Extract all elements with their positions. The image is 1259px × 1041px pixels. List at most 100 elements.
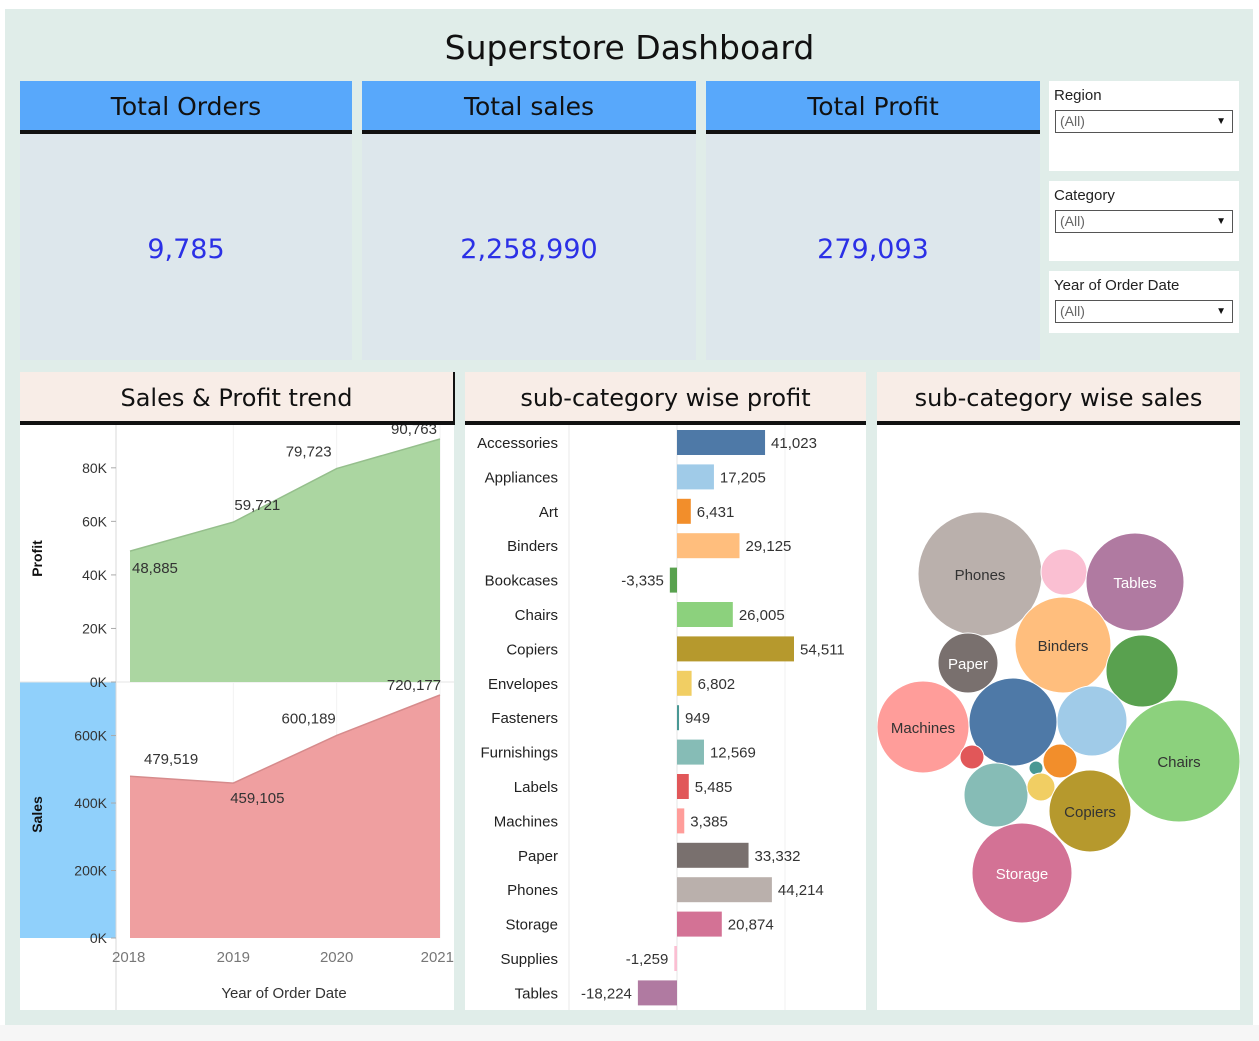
profit-bar [677,636,794,662]
kpi-header-total-profit: Total Profit [706,81,1040,134]
category-dropdown[interactable]: (All) ▼ [1055,210,1233,233]
data-label: 79,723 [286,444,332,461]
x-tick-label: 2018 [112,949,145,966]
bar-value-label: 949 [685,710,710,727]
sales-bubble [1042,743,1078,779]
filter-region-label: Region [1054,87,1102,104]
sales-bubble [959,744,985,770]
profit-bar [677,464,714,490]
trend-chart: 0K 20K 40K 60K 80K 48,885 59,721 79,723 90,763 Pr… [20,421,454,1010]
category-label: Chairs [515,607,558,624]
profit-bar [677,602,733,627]
bubble-label: Storage [996,866,1049,883]
filter-category: Category (All) ▼ [1049,181,1239,261]
bar-value-label: 33,332 [755,848,801,865]
region-dropdown-value: (All) [1060,113,1085,129]
category-label: Machines [494,813,558,830]
category-dropdown-value: (All) [1060,213,1085,229]
category-label: Accessories [477,435,558,452]
bubble-label: Paper [948,656,988,673]
x-axis-title: Year of Order Date [221,985,346,1002]
bar-value-label: -3,335 [621,573,664,590]
bar-value-label: 12,569 [710,745,756,762]
category-label: Bookcases [485,573,558,590]
bar-value-label: 26,005 [739,607,785,624]
profit-bar [677,430,766,455]
sales-axis-title: Sales [29,796,45,833]
bar-value-label: 6,431 [697,504,735,521]
bar-value-label: 41,023 [771,435,817,452]
y-tick-label: 0K [90,674,108,690]
y-tick-label: 0K [90,930,108,946]
profit-bar [677,705,680,731]
x-tick-label: 2019 [217,949,250,966]
year-dropdown[interactable]: (All) ▼ [1055,300,1233,323]
category-label: Art [539,504,559,521]
category-label: Tables [515,985,558,1002]
y-tick-label: 40K [82,567,108,583]
kpi-value-total-profit: 279,093 [706,134,1040,360]
filter-category-label: Category [1054,187,1115,204]
sales-bubble [1026,772,1056,802]
bar-value-label: 44,214 [778,882,824,899]
sales-panel-title: sub-category wise sales [877,372,1240,425]
bubble-label: Machines [891,720,955,737]
y-tick-label: 600K [74,728,107,744]
profit-bar [669,567,677,593]
sales-bubble [963,762,1029,828]
bubble-label: Copiers [1064,804,1116,821]
chevron-down-icon: ▼ [1216,116,1226,127]
y-tick-label: 80K [82,460,108,476]
category-label: Appliances [485,469,558,486]
year-dropdown-value: (All) [1060,303,1085,319]
category-label: Envelopes [488,676,558,693]
profit-bar [677,533,740,559]
data-label: 459,105 [230,790,284,807]
profit-chart-panel: Accessories 41,023 Appliances 17,205 Art 6,43… [465,425,866,1010]
y-tick-label: 60K [82,513,108,529]
y-tick-label: 200K [74,863,107,879]
bar-value-label: -1,259 [626,951,669,968]
bubble-label: Chairs [1157,754,1200,771]
profit-bar [677,670,692,696]
bar-value-label: 54,511 [800,641,845,658]
profit-bar [677,739,704,765]
profit-bar [674,946,677,971]
profit-bar [677,808,685,834]
bar-value-label: 20,874 [728,917,774,934]
bubble-label: Tables [1113,575,1156,592]
data-label: 720,177 [387,677,441,694]
x-tick-label: 2020 [320,949,353,966]
sales-area [130,695,440,938]
data-label: 90,763 [391,425,437,438]
category-label: Supplies [500,951,558,968]
filter-year: Year of Order Date (All) ▼ [1049,271,1239,333]
data-label: 48,885 [132,560,178,577]
profit-bar-chart: Accessories 41,023 Appliances 17,205 Art 6,43… [477,425,845,1010]
bar-value-label: 5,485 [695,779,733,796]
category-label: Binders [507,538,558,555]
profit-panel-title: sub-category wise profit [465,372,866,425]
trend-chart-panel: 0K 20K 40K 60K 80K 48,885 59,721 79,723 90,763 Pr… [20,421,454,1010]
profit-bar [677,877,772,903]
category-label: Furnishings [480,745,558,762]
bar-value-label: 3,385 [690,813,728,830]
data-label: 59,721 [234,497,280,514]
filter-region: Region (All) ▼ [1049,81,1239,171]
bar-value-label: 29,125 [746,538,792,555]
bubble-label: Phones [955,567,1006,584]
x-tick-label: 2021 [421,949,454,966]
category-label: Fasteners [491,710,558,727]
profit-bar [677,774,689,799]
profit-bar [677,911,722,937]
kpi-value-total-sales: 2,258,990 [362,134,696,360]
category-label: Copiers [506,641,558,658]
dashboard-title: Superstore Dashboard [444,28,815,67]
data-label: 600,189 [282,710,336,727]
region-dropdown[interactable]: (All) ▼ [1055,110,1233,133]
profit-bar [637,980,677,1006]
sales-chart-panel: Phones Tables Binders Paper Machines Chairs Co… [876,425,1241,1010]
data-label: 479,519 [144,751,198,768]
chevron-down-icon: ▼ [1216,306,1226,317]
sales-bubble-chart: Phones Tables Binders Paper Machines Chairs Co… [876,511,1241,924]
